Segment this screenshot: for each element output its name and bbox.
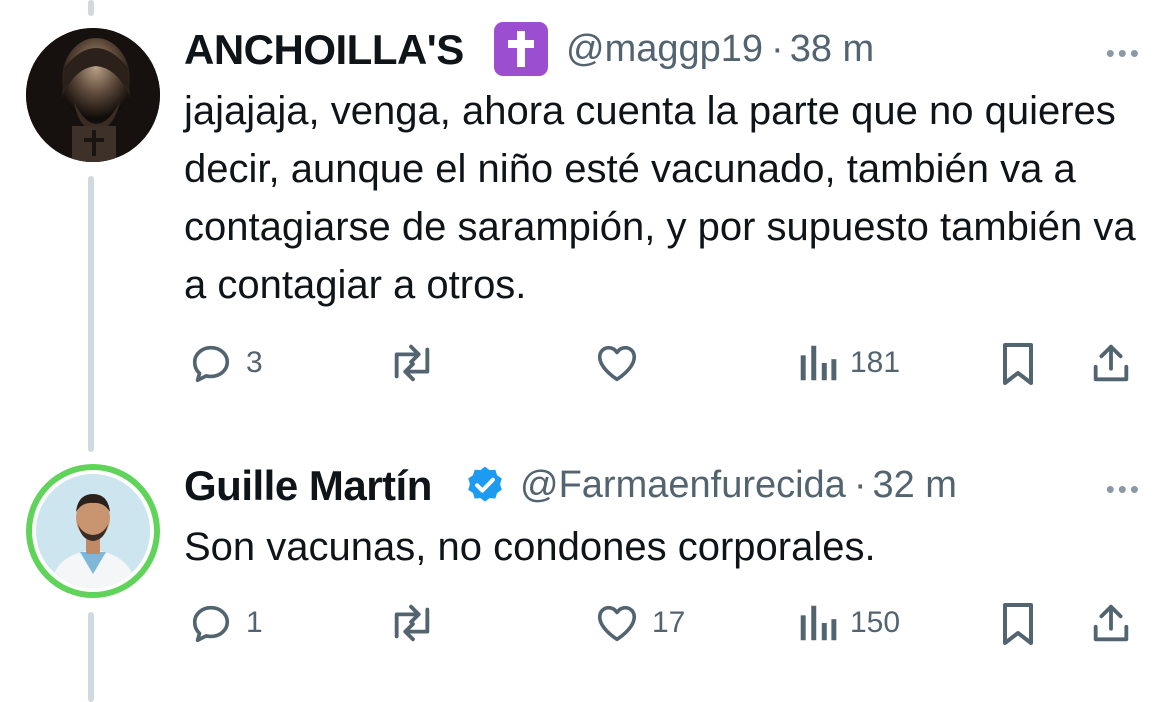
separator: · (853, 464, 867, 506)
like-button[interactable] (594, 340, 652, 386)
thread-line-top (88, 0, 94, 16)
tweet-text: Son vacunas, no condones corporales. (184, 525, 876, 569)
share-icon (1093, 344, 1129, 382)
avatar[interactable] (26, 464, 160, 598)
bookmark-button[interactable] (996, 340, 1040, 388)
retweet-icon (394, 344, 430, 382)
view-count: 150 (850, 606, 901, 639)
reply-button[interactable]: 3 (188, 340, 263, 386)
reply-count: 1 (246, 606, 263, 639)
view-count: 181 (850, 346, 901, 379)
timestamp[interactable]: 32 m (872, 464, 956, 506)
bookmark-icon (1003, 603, 1033, 645)
bookmark-icon (1003, 343, 1033, 385)
reply-icon (192, 345, 230, 383)
retweet-button[interactable] (386, 600, 450, 646)
display-name[interactable]: Guille Martín (184, 462, 432, 510)
views-chart-icon (800, 605, 837, 641)
bookmark-button[interactable] (996, 600, 1040, 648)
display-name[interactable]: ANCHOILLA'S (184, 26, 464, 74)
thread-line-middle (88, 176, 94, 452)
share-icon (1093, 604, 1129, 642)
handle[interactable]: @Farmaenfurecida (520, 464, 846, 506)
reply-icon (192, 605, 230, 643)
verified-badge-icon (464, 464, 506, 511)
timestamp[interactable]: 38 m (790, 28, 874, 70)
reply-count: 3 (246, 346, 263, 379)
heart-icon (597, 345, 637, 382)
views-button[interactable]: 181 (796, 340, 900, 386)
jesus-portrait-avatar (26, 28, 160, 162)
handle-line[interactable]: @Farmaenfurecida · 32 m (520, 464, 957, 507)
avatar[interactable] (26, 28, 160, 162)
views-chart-icon (800, 345, 837, 381)
handle-line[interactable]: @maggp19 · 38 m (566, 28, 874, 71)
share-button[interactable] (1088, 340, 1134, 386)
doctor-portrait-avatar (36, 474, 150, 588)
tweet-text: jajajaja, venga, ahora cuenta la parte q… (184, 89, 1136, 307)
views-button[interactable]: 150 (796, 600, 900, 646)
retweet-icon (394, 604, 430, 642)
reply-button[interactable]: 1 (188, 600, 263, 646)
like-count: 17 (652, 606, 686, 639)
more-options-icon[interactable]: ••• (1106, 474, 1142, 505)
separator: · (771, 28, 784, 70)
thread-line-bottom (88, 612, 94, 702)
share-button[interactable] (1088, 600, 1134, 646)
heart-icon (597, 605, 637, 642)
more-options-icon[interactable]: ••• (1106, 38, 1142, 69)
handle[interactable]: @maggp19 (566, 28, 763, 70)
retweet-button[interactable] (386, 340, 450, 386)
cross-badge-icon (494, 22, 548, 76)
like-button[interactable]: 17 (594, 600, 685, 646)
